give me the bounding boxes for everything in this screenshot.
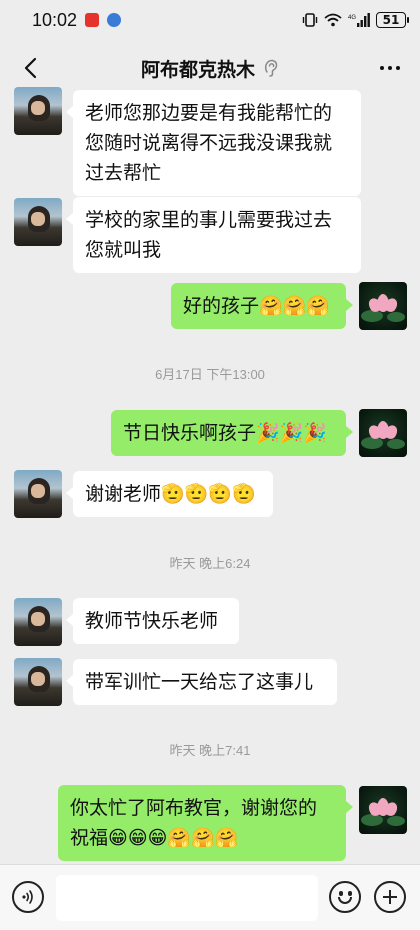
message-bubble-incoming[interactable]: 谢谢老师🫡🫡🫡🫡 xyxy=(66,471,273,517)
more-icon-dot xyxy=(388,66,392,70)
emoji-grin-hug-icon: 😁😁😁🤗🤗🤗 xyxy=(108,827,239,849)
message-text: 好的孩子 xyxy=(183,295,260,317)
timestamp: 昨天 晚上6:24 xyxy=(169,556,251,571)
message-line: 学校的家里的事儿需要我过去 xyxy=(85,209,333,231)
chat-title: 阿布都克热木 xyxy=(140,58,255,81)
message-line: 老师您那边要是有我能帮忙的 xyxy=(85,102,333,124)
voice-icon xyxy=(22,890,33,904)
message-line: 您随时说离得不远我没课我就 xyxy=(85,132,333,154)
voice-button[interactable] xyxy=(12,881,44,913)
message-bubble-incoming[interactable]: 教师节快乐老师 xyxy=(66,598,239,644)
my-avatar[interactable] xyxy=(359,786,407,834)
app-notification-icon xyxy=(85,13,100,27)
status-icons: 4G 51 xyxy=(302,12,409,28)
svg-text:4G: 4G xyxy=(348,15,356,21)
my-avatar[interactable] xyxy=(359,282,407,330)
message-line: 你太忙了阿布教官，谢谢您的 xyxy=(70,797,318,819)
message-text: 谢谢老师 xyxy=(85,483,162,505)
ear-icon xyxy=(264,59,278,77)
timestamp: 昨天 晚上7:41 xyxy=(169,743,251,758)
chevron-left-icon xyxy=(24,57,37,79)
contact-avatar[interactable] xyxy=(14,598,62,646)
back-button[interactable] xyxy=(14,52,46,84)
emoji-hug-icon: 🤗🤗🤗 xyxy=(259,295,330,317)
message-bubble-incoming[interactable]: 带军训忙一天给忘了这事儿 xyxy=(66,659,337,705)
message-line: 祝福 xyxy=(70,827,109,849)
contact-avatar[interactable] xyxy=(14,470,62,518)
message-bubble-incoming[interactable]: 学校的家里的事儿需要我过去 您就叫我 xyxy=(66,197,361,273)
my-avatar[interactable] xyxy=(359,409,407,457)
app-notification-icon-2 xyxy=(107,13,122,27)
emoji-party-icon: 🎉🎉🎉 xyxy=(256,422,327,444)
plus-button[interactable] xyxy=(374,881,406,913)
timestamp: 6月17日 下午13:00 xyxy=(155,367,265,382)
message-text: 带军训忙一天给忘了这事儿 xyxy=(85,671,314,693)
message-line: 过去帮忙 xyxy=(85,162,162,184)
emoji-button[interactable] xyxy=(329,881,361,913)
message-bubble-incoming[interactable]: 老师您那边要是有我能帮忙的 您随时说离得不远我没课我就 过去帮忙 xyxy=(66,90,361,196)
emoji-icon-eye xyxy=(348,891,352,896)
input-bar xyxy=(0,864,420,930)
message-bubble-outgoing[interactable]: 你太忙了阿布教官，谢谢您的 祝福😁😁😁🤗🤗🤗 xyxy=(58,785,353,861)
message-bubble-outgoing[interactable]: 节日快乐啊孩子🎉🎉🎉 xyxy=(111,410,353,456)
message-text: 节日快乐啊孩子 xyxy=(123,422,257,444)
wifi-icon xyxy=(324,13,342,27)
status-time: 10:02 xyxy=(32,9,78,30)
message-line: 您就叫我 xyxy=(85,239,162,261)
emoji-icon-mouth xyxy=(338,897,352,904)
more-button[interactable] xyxy=(374,52,406,84)
contact-avatar[interactable] xyxy=(14,658,62,706)
message-bubble-outgoing[interactable]: 好的孩子🤗🤗🤗 xyxy=(171,283,353,329)
message-text: 教师节快乐老师 xyxy=(85,610,219,632)
message-input[interactable] xyxy=(56,875,318,921)
chat-header: 阿布都克热木 xyxy=(0,40,420,96)
battery-indicator: 51 xyxy=(376,12,409,28)
more-icon-dot xyxy=(396,66,400,70)
contact-avatar[interactable] xyxy=(14,87,62,135)
contact-avatar[interactable] xyxy=(14,198,62,246)
signal-icon: 4G xyxy=(348,13,370,27)
status-bar: 10:02 4G 51 xyxy=(0,0,420,40)
emoji-icon xyxy=(339,891,343,896)
more-icon-dot xyxy=(380,66,384,70)
vibrate-icon xyxy=(302,13,318,27)
emoji-salute-icon: 🫡🫡🫡🫡 xyxy=(161,483,256,505)
